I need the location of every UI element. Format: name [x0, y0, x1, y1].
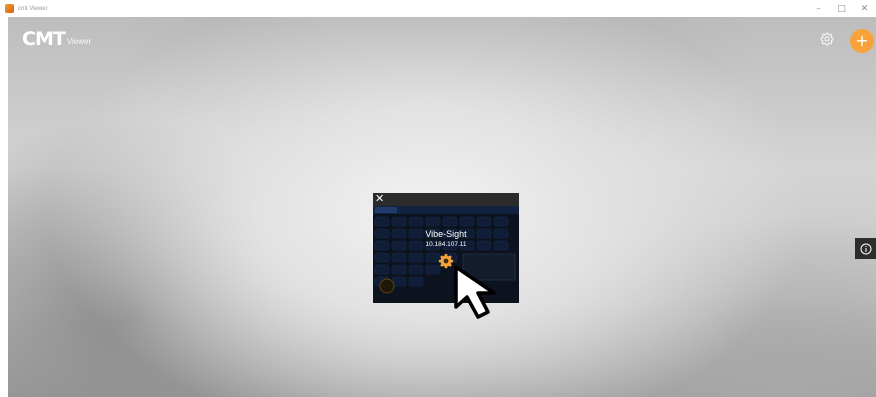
device-ip: 10.184.107.11 — [425, 241, 467, 248]
app-icon — [5, 4, 14, 13]
tile-header — [373, 193, 519, 206]
window-title: cmt Viewer — [18, 5, 48, 12]
minimize-button[interactable]: – — [807, 0, 830, 17]
window-titlebar: cmt Viewer – □ ✕ — [0, 0, 876, 17]
gear-icon — [820, 32, 834, 46]
settings-button[interactable] — [819, 31, 835, 47]
window-controls: – □ ✕ — [807, 0, 876, 17]
logo-sub-text: Viewer — [66, 37, 92, 46]
info-icon — [860, 243, 871, 254]
info-button[interactable] — [855, 238, 876, 259]
app-logo: CMT Viewer — [22, 28, 92, 50]
device-name: Vibe-Sight — [425, 229, 467, 239]
maximize-button[interactable]: □ — [830, 0, 853, 17]
tile-close-button[interactable]: ✕ — [375, 193, 384, 205]
close-window-button[interactable]: ✕ — [853, 0, 876, 17]
logo-main-text: CMT — [22, 28, 66, 50]
plus-icon: + — [855, 31, 869, 50]
mouse-cursor-icon — [454, 265, 496, 319]
add-device-button[interactable]: + — [850, 29, 874, 53]
